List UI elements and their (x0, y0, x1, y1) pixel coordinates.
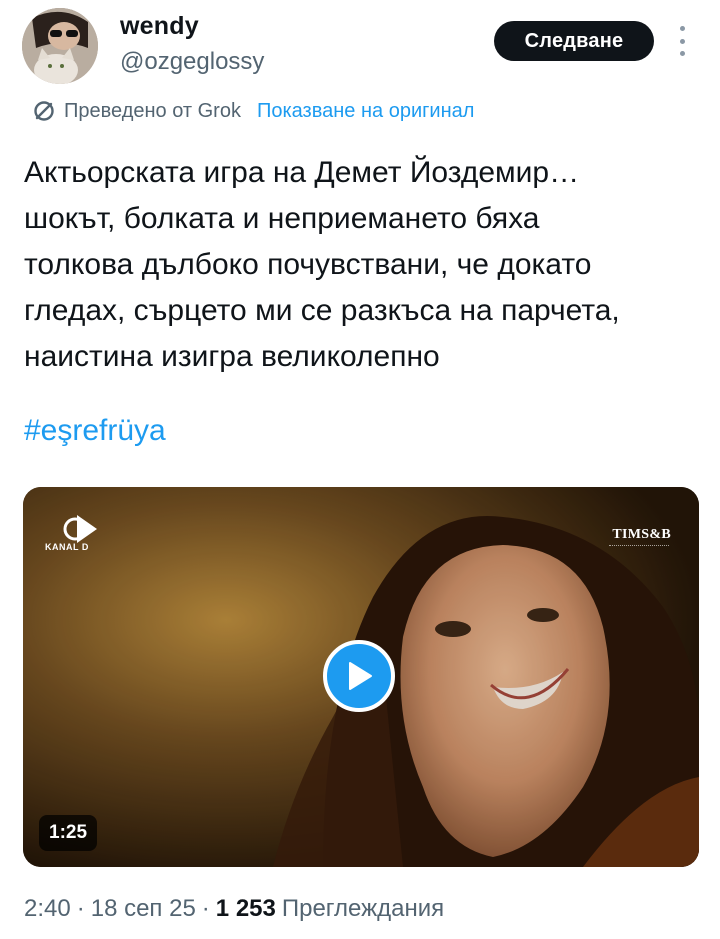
follow-button[interactable]: Следване (494, 21, 654, 61)
video-duration-badge: 1:25 (39, 815, 98, 851)
meta-separator: · (201, 895, 210, 922)
post-date[interactable]: 18 сеп 25 (91, 895, 196, 923)
display-name[interactable]: wendy (120, 12, 199, 41)
video-player[interactable]: KANAL D TIMS&B 1:25 (23, 487, 699, 867)
avatar[interactable] (22, 8, 98, 84)
translated-by-label: Преведено от Grok (64, 99, 241, 122)
avatar-image (22, 8, 98, 84)
tweet-meta: 2:40 · 18 сеп 25 · 1 253 Преглеждания (24, 895, 444, 923)
more-vertical-icon[interactable] (674, 26, 690, 56)
translate-icon (34, 101, 54, 121)
show-original-link[interactable]: Показване на оригинал (257, 100, 474, 123)
meta-separator: · (76, 895, 85, 922)
views-label: Преглеждания (281, 895, 445, 922)
translation-bar: Преведено от Grok Показване на оригинал (32, 96, 474, 126)
play-button[interactable] (323, 640, 395, 712)
tweet-text: Актьорската игра на Демет Йоздемир… шокъ… (24, 156, 620, 373)
producer-logo: TIMS&B (612, 527, 671, 542)
hashtag-link[interactable]: #eşrefrüya (24, 414, 166, 448)
username[interactable]: @ozgeglossy (120, 48, 264, 76)
play-icon (349, 662, 372, 690)
producer-logo-underline (609, 545, 669, 548)
post-time[interactable]: 2:40 (24, 895, 71, 923)
channel-logo: KANAL D (45, 542, 89, 552)
views-count: 1 253 (215, 895, 276, 922)
